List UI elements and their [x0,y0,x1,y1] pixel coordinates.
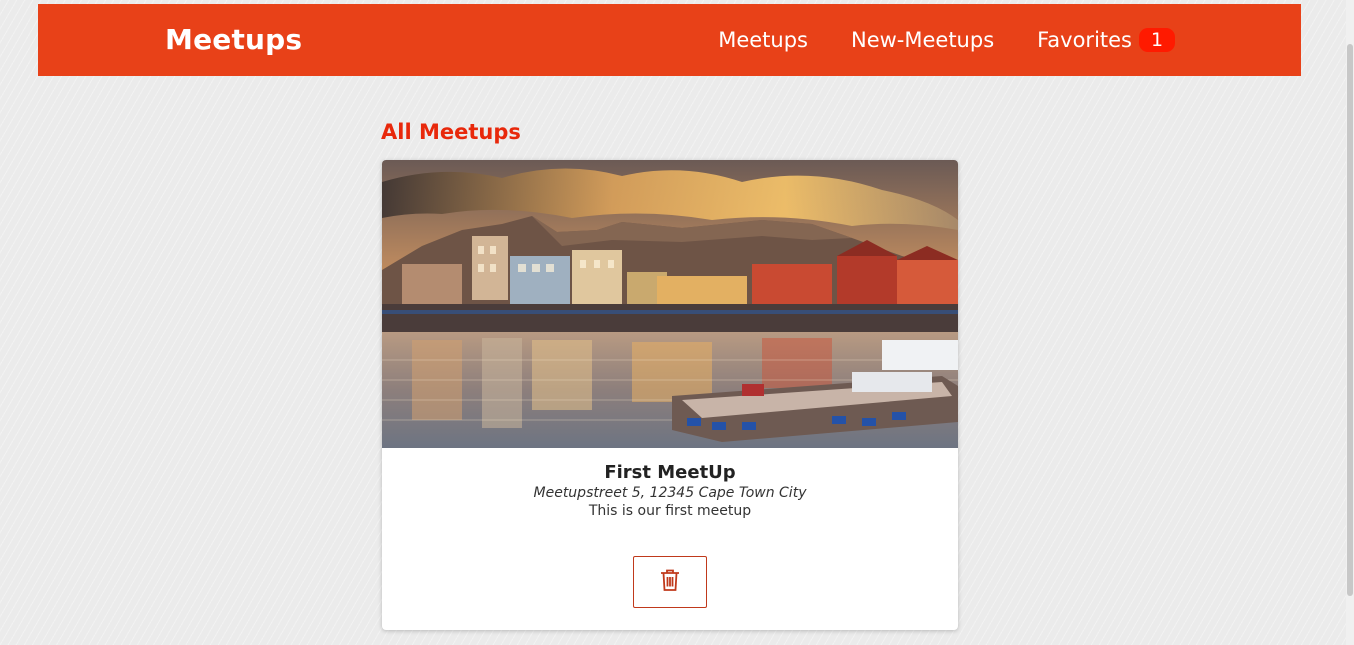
nav-link-new-meetups[interactable]: New-Meetups [851,24,994,56]
meetup-card: First MeetUp Meetupstreet 5, 12345 Cape … [382,160,958,630]
favorites-count-badge: 1 [1139,28,1175,52]
page-title: All Meetups [381,120,521,144]
nav-link-meetups[interactable]: Meetups [718,24,808,56]
meetup-description: This is our first meetup [588,503,752,519]
meetup-image [382,160,958,448]
top-navbar: Meetups Meetups New-Meetups Favorites 1 [38,4,1301,76]
nav-menu: Meetups New-Meetups Favorites 1 [718,24,1175,56]
scrollbar-thumb[interactable] [1347,44,1353,596]
nav-link-favorites[interactable]: Favorites 1 [1037,24,1175,56]
meetup-title: First MeetUp [604,462,736,483]
app-logo[interactable]: Meetups [165,22,302,58]
delete-meetup-button[interactable] [633,556,707,608]
trash-icon [660,568,680,596]
scrollbar[interactable] [1346,0,1354,645]
meetup-address: Meetupstreet 5, 12345 Cape Town City [533,485,807,501]
nav-link-favorites-label: Favorites [1037,28,1132,52]
